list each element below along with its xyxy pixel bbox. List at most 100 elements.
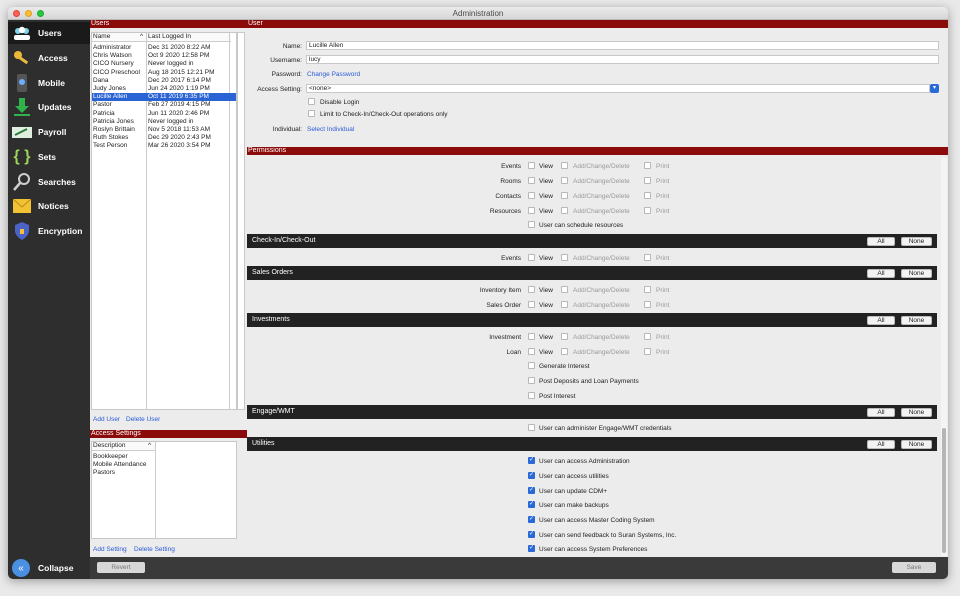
col-header-description[interactable]: Description ^ (92, 442, 155, 451)
col-header-name[interactable]: Name ^ (92, 33, 147, 42)
none-button[interactable]: None (901, 316, 932, 325)
access-setting-select[interactable]: <none> (306, 84, 930, 93)
permission-checkbox[interactable]: ✓ (528, 531, 535, 538)
print-checkbox[interactable] (644, 177, 651, 184)
user-row[interactable]: Roslyn Brittain Nov 5 2018 11:53 AM (92, 126, 236, 134)
access-row[interactable]: Pastors (92, 469, 236, 477)
permission-checkbox[interactable]: ✓ (528, 472, 535, 479)
all-button[interactable]: All (867, 237, 895, 246)
name-field[interactable]: Lucille Allen (306, 41, 939, 50)
print-checkbox[interactable] (644, 162, 651, 169)
add-user-link[interactable]: Add User (93, 416, 120, 423)
permission-checkbox[interactable]: ✓ (528, 457, 535, 464)
user-row[interactable]: Administrator Dec 31 2020 8:22 AM (92, 44, 236, 52)
all-button[interactable]: All (867, 408, 895, 417)
permission-checkbox[interactable] (528, 424, 535, 431)
view-checkbox[interactable] (528, 286, 535, 293)
disable-login-checkbox[interactable] (308, 98, 315, 105)
permission-checkbox[interactable] (528, 377, 535, 384)
checkin-checkout-section-header-title: Check-In/Check-Out (252, 237, 316, 244)
nav-item-payroll[interactable]: Payroll (8, 121, 90, 143)
nav-item-searches[interactable]: Searches (8, 171, 90, 193)
permission-checkbox[interactable] (528, 221, 535, 228)
print-checkbox[interactable] (644, 301, 651, 308)
change-password-link[interactable]: Change Password (307, 71, 360, 78)
chevron-down-icon[interactable]: ▾ (930, 84, 939, 93)
none-button[interactable]: None (901, 408, 932, 417)
view-checkbox[interactable] (528, 162, 535, 169)
add-change-delete-checkbox[interactable] (561, 207, 568, 214)
user-row[interactable]: Lucille Allen Oct 11 2019 6:35 PM (92, 93, 236, 102)
add-change-delete-checkbox[interactable] (561, 301, 568, 308)
user-row[interactable]: Test Person Mar 26 2020 3:54 PM (92, 142, 236, 150)
nav-item-users[interactable]: Users (8, 22, 90, 44)
none-button[interactable]: None (901, 269, 932, 278)
add-change-delete-checkbox[interactable] (561, 333, 568, 340)
print-checkbox[interactable] (644, 348, 651, 355)
limit-checkin-checkbox[interactable] (308, 110, 315, 117)
all-button[interactable]: All (867, 440, 895, 449)
permission-checkbox[interactable] (528, 362, 535, 369)
nav-item-mobile[interactable]: Mobile (8, 72, 90, 94)
print-checkbox[interactable] (644, 254, 651, 261)
view-checkbox[interactable] (528, 177, 535, 184)
permission-checkbox[interactable]: ✓ (528, 487, 535, 494)
user-last-logged-in: Aug 18 2015 12:21 PM (148, 68, 215, 76)
nav-item-encryption[interactable]: Encryption (8, 220, 90, 242)
add-change-delete-checkbox[interactable] (561, 348, 568, 355)
view-checkbox[interactable] (528, 192, 535, 199)
permission-checkbox[interactable]: ✓ (528, 501, 535, 508)
view-checkbox[interactable] (528, 254, 535, 261)
nav-item-updates[interactable]: Updates (8, 96, 90, 118)
view-checkbox[interactable] (528, 348, 535, 355)
add-change-delete-checkbox[interactable] (561, 162, 568, 169)
permission-checkbox[interactable]: ✓ (528, 545, 535, 552)
view-checkbox[interactable] (528, 207, 535, 214)
nav-label-encryption: Encryption (38, 226, 83, 236)
print-checkbox[interactable] (644, 333, 651, 340)
none-button[interactable]: None (901, 237, 932, 246)
save-button[interactable]: Save (892, 562, 936, 573)
select-individual-link[interactable]: Select Individual (307, 126, 354, 133)
permission-row-label: Resources (489, 208, 521, 215)
user-row[interactable]: CICO Nursery Never logged in (92, 60, 236, 68)
revert-button[interactable]: Revert (97, 562, 145, 573)
nav-item-notices[interactable]: Notices (8, 195, 90, 217)
users-scrollbar[interactable] (237, 32, 245, 410)
permissions-scrollbar[interactable] (941, 158, 947, 556)
add-change-delete-checkbox[interactable] (561, 192, 568, 199)
username-field[interactable]: lucy (306, 55, 939, 64)
view-checkbox[interactable] (528, 301, 535, 308)
nav-item-access[interactable]: Access (8, 47, 90, 69)
nav-item-sets[interactable]: { } Sets (8, 146, 90, 168)
user-row[interactable]: Ruth Stokes Dec 29 2020 2:43 PM (92, 134, 236, 142)
print-checkbox[interactable] (644, 286, 651, 293)
add-change-delete-checkbox[interactable] (561, 254, 568, 261)
user-row[interactable]: Patricia Jones Never logged in (92, 118, 236, 126)
user-row[interactable]: Judy Jones Jun 24 2020 1:19 PM (92, 85, 236, 93)
all-button[interactable]: All (867, 269, 895, 278)
user-row[interactable]: CICO Preschool Aug 18 2015 12:21 PM (92, 69, 236, 77)
add-change-delete-checkbox[interactable] (561, 286, 568, 293)
user-row[interactable]: Chris Watson Oct 9 2020 12:58 PM (92, 52, 236, 60)
user-row[interactable]: Patricia Jun 11 2020 2:46 PM (92, 110, 236, 118)
print-checkbox[interactable] (644, 192, 651, 199)
all-button[interactable]: All (867, 316, 895, 325)
user-last-logged-in: Nov 5 2018 11:53 AM (148, 126, 211, 133)
none-button[interactable]: None (901, 440, 932, 449)
delete-setting-link[interactable]: Delete Setting (134, 546, 175, 553)
user-row[interactable]: Pastor Feb 27 2019 4:15 PM (92, 101, 236, 109)
permission-checkbox[interactable] (528, 392, 535, 399)
access-row[interactable]: Mobile Attendance (92, 461, 236, 469)
permission-checkbox[interactable]: ✓ (528, 516, 535, 523)
user-row[interactable]: Dana Dec 20 2017 6:14 PM (92, 77, 236, 85)
col-header-last-logged-in[interactable]: Last Logged In (147, 33, 231, 42)
access-row[interactable]: Bookkeeper (92, 453, 236, 461)
print-checkbox[interactable] (644, 207, 651, 214)
view-checkbox[interactable] (528, 333, 535, 340)
scrollbar-thumb[interactable] (942, 428, 946, 553)
add-setting-link[interactable]: Add Setting (93, 546, 127, 553)
add-change-delete-checkbox[interactable] (561, 177, 568, 184)
delete-user-link[interactable]: Delete User (126, 416, 160, 423)
collapse-button[interactable]: « Collapse (8, 557, 90, 579)
